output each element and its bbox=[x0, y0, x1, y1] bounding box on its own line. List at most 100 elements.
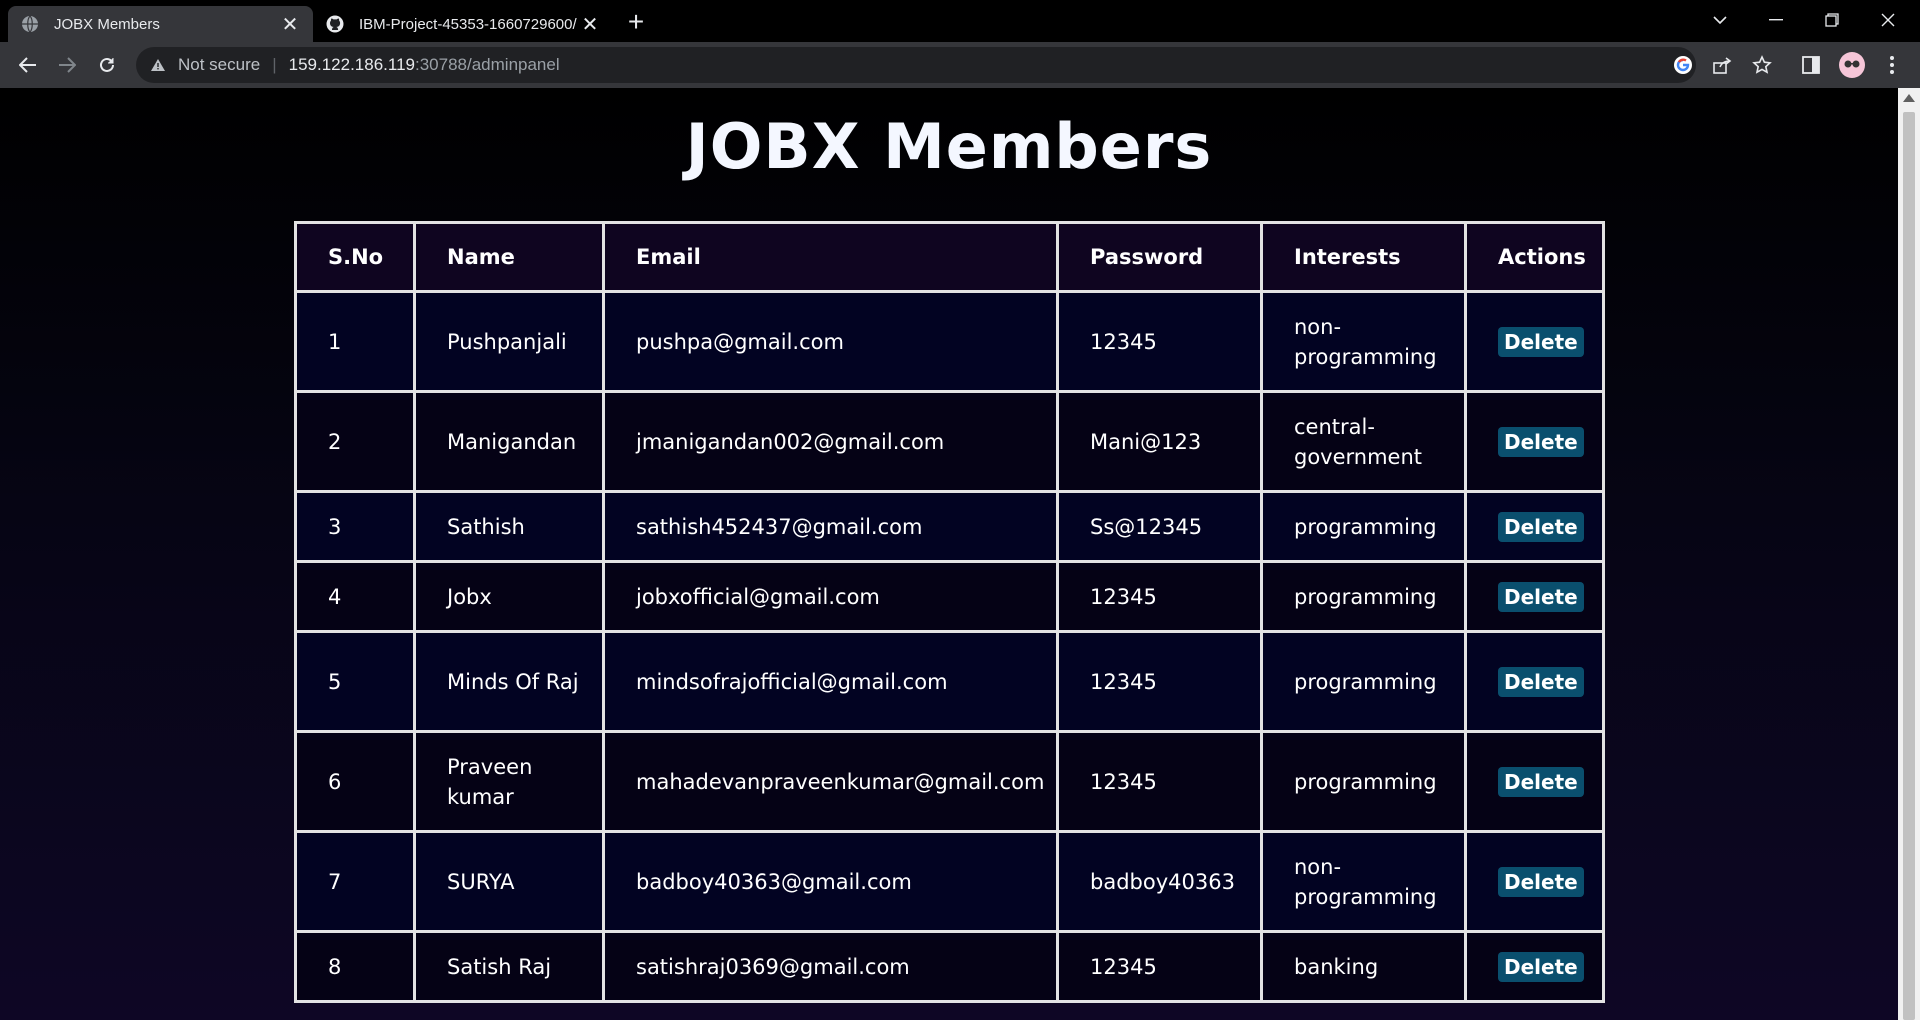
cell-sno: 8 bbox=[294, 930, 416, 1003]
cell-email: pushpa@gmail.com bbox=[602, 290, 1059, 393]
avatar[interactable] bbox=[1838, 51, 1866, 79]
url-host: 159.122.186.119 bbox=[288, 55, 415, 74]
delete-button[interactable]: Delete bbox=[1498, 581, 1584, 612]
tab-title: IBM-Project-45353-1660729600/ bbox=[359, 15, 577, 33]
cell-name: Minds Of Raj bbox=[413, 630, 605, 733]
cell-actions: Delete bbox=[1464, 390, 1605, 493]
address-bar[interactable]: Not secure | 159.122.186.119:30788/admin… bbox=[136, 47, 1696, 83]
tab-github[interactable]: IBM-Project-45353-1660729600/ ✕ bbox=[313, 6, 613, 42]
cell-sno: 3 bbox=[294, 490, 416, 563]
cell-name: Satish Raj bbox=[413, 930, 605, 1003]
cell-sno: 6 bbox=[294, 730, 416, 833]
column-header-actions: Actions bbox=[1464, 221, 1605, 293]
url-path: :30788/adminpanel bbox=[415, 55, 560, 74]
cell-name: Praveen kumar bbox=[413, 730, 605, 833]
cell-interests: programming bbox=[1260, 490, 1467, 563]
globe-icon bbox=[20, 14, 40, 34]
cell-password: 12345 bbox=[1056, 730, 1263, 833]
cell-actions: Delete bbox=[1464, 830, 1605, 933]
cell-name: Sathish bbox=[413, 490, 605, 563]
browser-chrome: JOBX Members ✕ IBM-Project-45353-1660729… bbox=[0, 0, 1920, 88]
cell-email: jmanigandan002@gmail.com bbox=[602, 390, 1059, 493]
delete-button[interactable]: Delete bbox=[1498, 866, 1584, 897]
cell-password: 12345 bbox=[1056, 930, 1263, 1003]
cell-actions: Delete bbox=[1464, 560, 1605, 633]
members-table: S.No Name Email Password Interests Actio… bbox=[294, 221, 1605, 1003]
delete-button[interactable]: Delete bbox=[1498, 511, 1584, 542]
cell-actions: Delete bbox=[1464, 930, 1605, 1003]
cell-sno: 4 bbox=[294, 560, 416, 633]
cell-email: mindsofrajofficial@gmail.com bbox=[602, 630, 1059, 733]
cell-password: Ss@12345 bbox=[1056, 490, 1263, 563]
reload-button[interactable] bbox=[91, 49, 123, 81]
cell-interests: banking bbox=[1260, 930, 1467, 1003]
tab-strip: JOBX Members ✕ IBM-Project-45353-1660729… bbox=[0, 0, 1920, 42]
side-panel-icon[interactable] bbox=[1797, 51, 1825, 79]
table-row: 8 Satish Raj satishraj0369@gmail.com 123… bbox=[294, 930, 1605, 1003]
forward-button[interactable] bbox=[51, 49, 83, 81]
column-header-sno: S.No bbox=[294, 221, 416, 293]
scroll-up-icon[interactable] bbox=[1903, 94, 1915, 102]
cell-password: 12345 bbox=[1056, 560, 1263, 633]
cell-actions: Delete bbox=[1464, 490, 1605, 563]
delete-button[interactable]: Delete bbox=[1498, 666, 1584, 697]
cell-interests: central-government bbox=[1260, 390, 1467, 493]
security-label[interactable]: Not secure bbox=[178, 55, 260, 75]
share-icon[interactable] bbox=[1708, 51, 1736, 79]
cell-interests: non-programming bbox=[1260, 830, 1467, 933]
minimize-button[interactable] bbox=[1748, 0, 1804, 40]
vertical-scrollbar[interactable] bbox=[1898, 88, 1920, 1020]
cell-name: Manigandan bbox=[413, 390, 605, 493]
delete-button[interactable]: Delete bbox=[1498, 326, 1584, 357]
table-row: 7 SURYA badboy40363@gmail.com badboy4036… bbox=[294, 830, 1605, 933]
close-icon[interactable]: ✕ bbox=[279, 12, 301, 37]
delete-button[interactable]: Delete bbox=[1498, 766, 1584, 797]
github-icon bbox=[325, 14, 345, 34]
cell-email: badboy40363@gmail.com bbox=[602, 830, 1059, 933]
cell-sno: 5 bbox=[294, 630, 416, 733]
tab-search-icon[interactable] bbox=[1692, 0, 1748, 40]
table-row: 1 Pushpanjali pushpa@gmail.com 12345 non… bbox=[294, 290, 1605, 393]
table-row: 3 Sathish sathish452437@gmail.com Ss@123… bbox=[294, 490, 1605, 563]
browser-toolbar: Not secure | 159.122.186.119:30788/admin… bbox=[0, 42, 1920, 88]
back-button[interactable] bbox=[12, 49, 44, 81]
cell-interests: non-programming bbox=[1260, 290, 1467, 393]
cell-actions: Delete bbox=[1464, 630, 1605, 733]
menu-icon[interactable] bbox=[1878, 51, 1906, 79]
star-icon[interactable] bbox=[1748, 51, 1776, 79]
cell-name: SURYA bbox=[413, 830, 605, 933]
cell-actions: Delete bbox=[1464, 290, 1605, 393]
table-row: 5 Minds Of Raj mindsofrajofficial@gmail.… bbox=[294, 630, 1605, 733]
cell-name: Pushpanjali bbox=[413, 290, 605, 393]
cell-sno: 1 bbox=[294, 290, 416, 393]
page-viewport: JOBX Members S.No Name Email Password In… bbox=[0, 88, 1898, 1020]
page-title: JOBX Members bbox=[685, 110, 1213, 183]
tab-jobx-members[interactable]: JOBX Members ✕ bbox=[8, 6, 313, 42]
cell-name: Jobx bbox=[413, 560, 605, 633]
cell-interests: programming bbox=[1260, 730, 1467, 833]
google-icon[interactable] bbox=[1669, 51, 1697, 79]
table-row: 2 Manigandan jmanigandan002@gmail.com Ma… bbox=[294, 390, 1605, 493]
table-row: 4 Jobx jobxofficial@gmail.com 12345 prog… bbox=[294, 560, 1605, 633]
tab-title: JOBX Members bbox=[54, 15, 160, 33]
column-header-password: Password bbox=[1056, 221, 1263, 293]
cell-password: 12345 bbox=[1056, 630, 1263, 733]
cell-sno: 2 bbox=[294, 390, 416, 493]
scrollbar-thumb[interactable] bbox=[1903, 112, 1915, 1020]
cell-interests: programming bbox=[1260, 630, 1467, 733]
restore-button[interactable] bbox=[1804, 0, 1860, 40]
cell-email: jobxofficial@gmail.com bbox=[602, 560, 1059, 633]
close-icon[interactable]: ✕ bbox=[579, 12, 601, 37]
table-row: 6 Praveen kumar mahadevanpraveenkumar@gm… bbox=[294, 730, 1605, 833]
close-window-button[interactable] bbox=[1860, 0, 1916, 40]
cell-interests: programming bbox=[1260, 560, 1467, 633]
delete-button[interactable]: Delete bbox=[1498, 951, 1584, 982]
cell-email: satishraj0369@gmail.com bbox=[602, 930, 1059, 1003]
column-header-interests: Interests bbox=[1260, 221, 1467, 293]
delete-button[interactable]: Delete bbox=[1498, 426, 1584, 457]
table-header-row: S.No Name Email Password Interests Actio… bbox=[294, 221, 1605, 293]
new-tab-button[interactable]: + bbox=[620, 6, 652, 38]
cell-actions: Delete bbox=[1464, 730, 1605, 833]
cell-password: 12345 bbox=[1056, 290, 1263, 393]
column-header-email: Email bbox=[602, 221, 1059, 293]
